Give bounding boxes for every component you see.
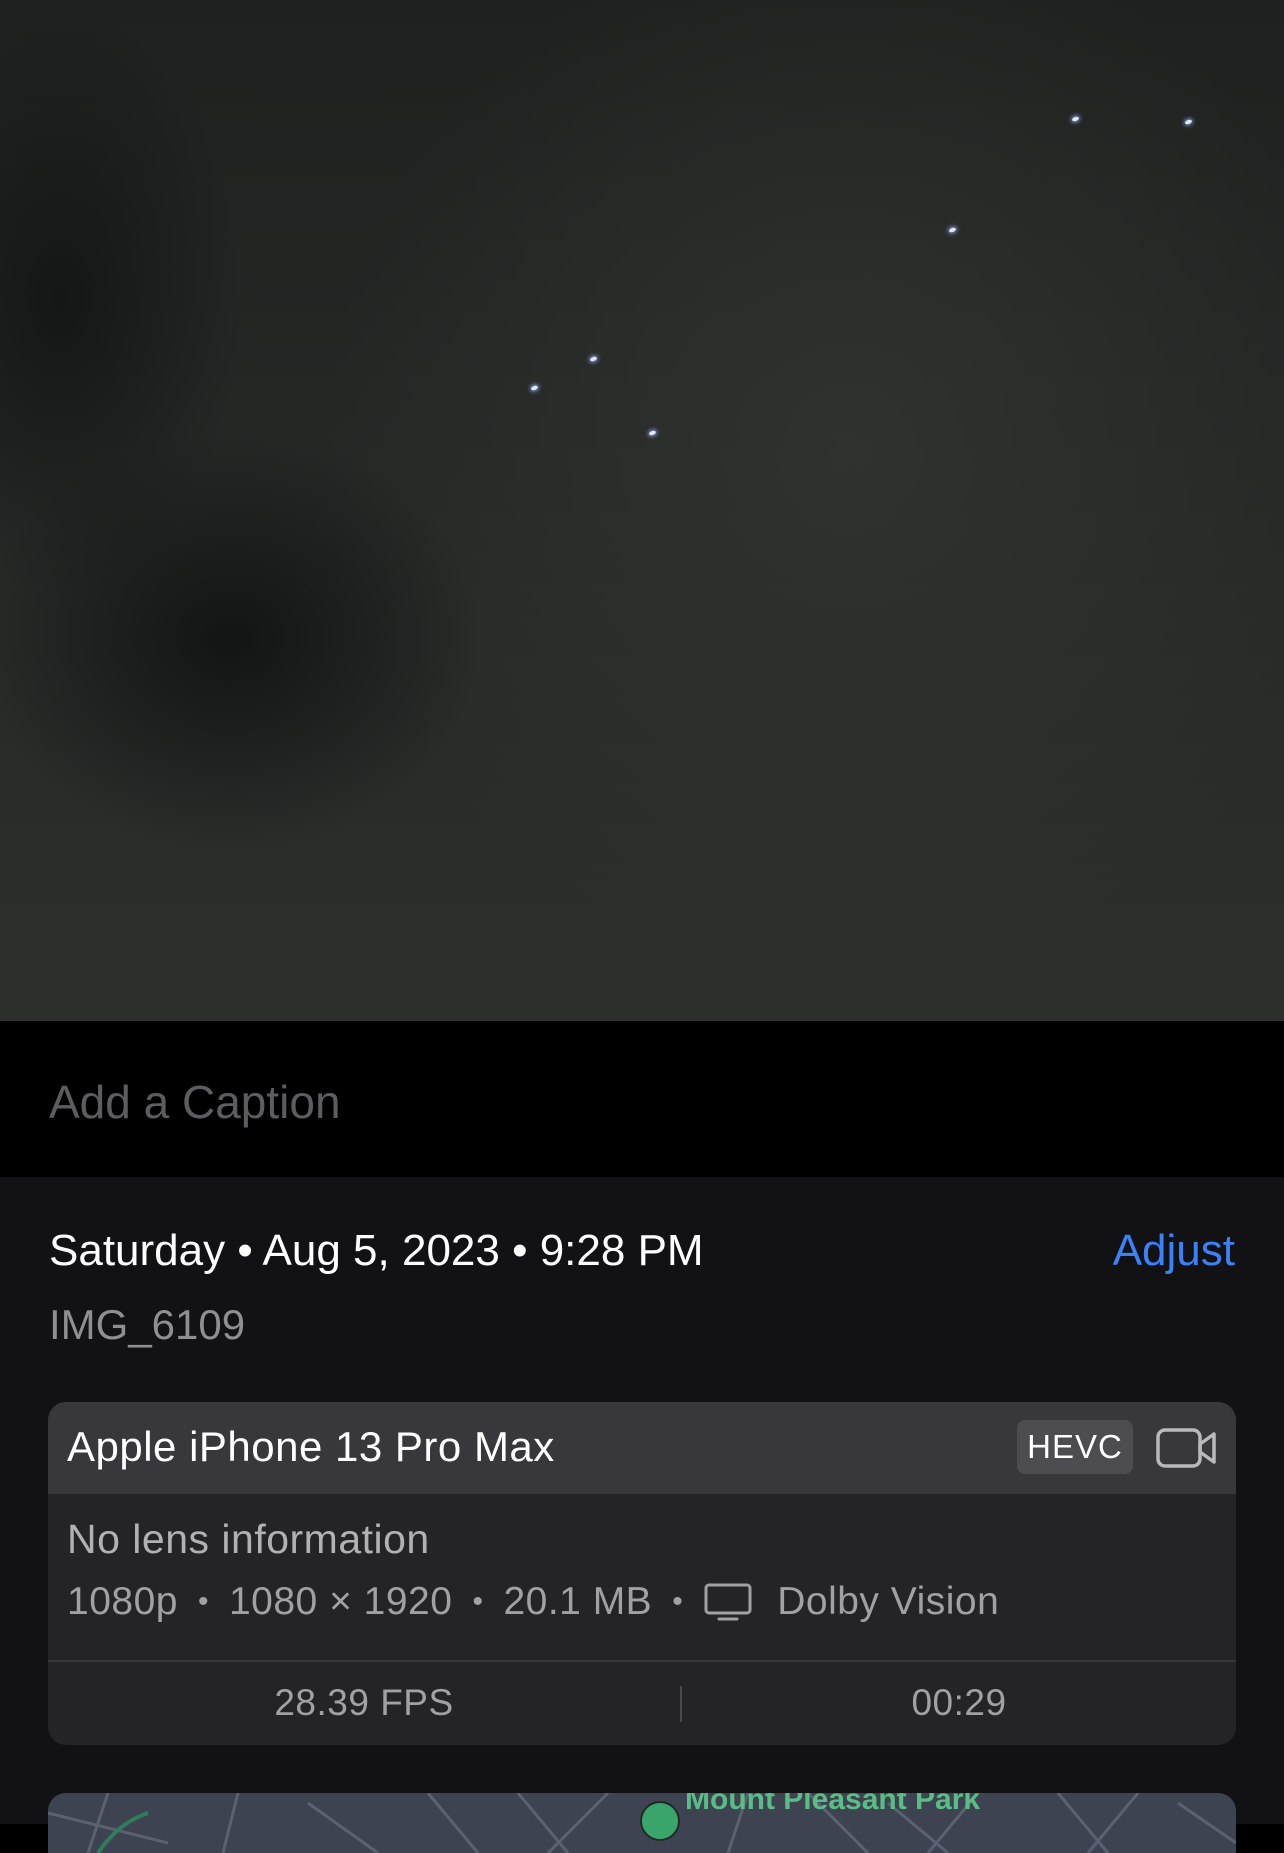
adjust-button[interactable]: Adjust bbox=[1113, 1226, 1235, 1276]
frame-rate: 28.39 FPS bbox=[274, 1682, 454, 1723]
star-point bbox=[948, 226, 957, 234]
display-icon bbox=[704, 1583, 752, 1621]
separator-dot: • bbox=[472, 1585, 484, 1618]
photo-preview[interactable] bbox=[0, 0, 1284, 1021]
video-specs: 1080p • 1080 × 1920 • 20.1 MB • Dolby Vi… bbox=[67, 1580, 999, 1624]
star-point bbox=[589, 355, 598, 363]
separator-dot: • bbox=[672, 1585, 684, 1618]
caption-input[interactable] bbox=[49, 1074, 1229, 1130]
codec-badge: HEVC bbox=[1017, 1420, 1133, 1474]
star-point bbox=[648, 429, 657, 437]
card-divider bbox=[48, 1660, 1236, 1662]
separator-dot: • bbox=[197, 1585, 209, 1618]
lens-info: No lens information bbox=[67, 1516, 430, 1562]
star-point bbox=[1071, 115, 1080, 123]
video-camera-icon bbox=[1156, 1428, 1216, 1468]
device-name: Apple iPhone 13 Pro Max bbox=[67, 1423, 555, 1470]
file-name: IMG_6109 bbox=[49, 1301, 246, 1348]
capture-date: Saturday • Aug 5, 2023 • 9:28 PM bbox=[49, 1226, 704, 1275]
file-size-label: 20.1 MB bbox=[503, 1580, 653, 1623]
card-header: Apple iPhone 13 Pro Max HEVC bbox=[48, 1402, 1236, 1494]
metadata-card: Apple iPhone 13 Pro Max HEVC No lens inf… bbox=[48, 1402, 1236, 1745]
dimensions-label: 1080 × 1920 bbox=[228, 1580, 453, 1623]
duration: 00:29 bbox=[911, 1682, 1007, 1723]
resolution-label: 1080p bbox=[67, 1580, 178, 1623]
star-point bbox=[530, 384, 539, 392]
park-pin-icon[interactable] bbox=[640, 1801, 680, 1841]
location-map[interactable]: Mount Pleasant Park bbox=[48, 1793, 1236, 1853]
hdr-label: Dolby Vision bbox=[777, 1580, 1000, 1623]
star-point bbox=[1184, 118, 1193, 126]
map-place-label: Mount Pleasant Park bbox=[685, 1793, 981, 1816]
